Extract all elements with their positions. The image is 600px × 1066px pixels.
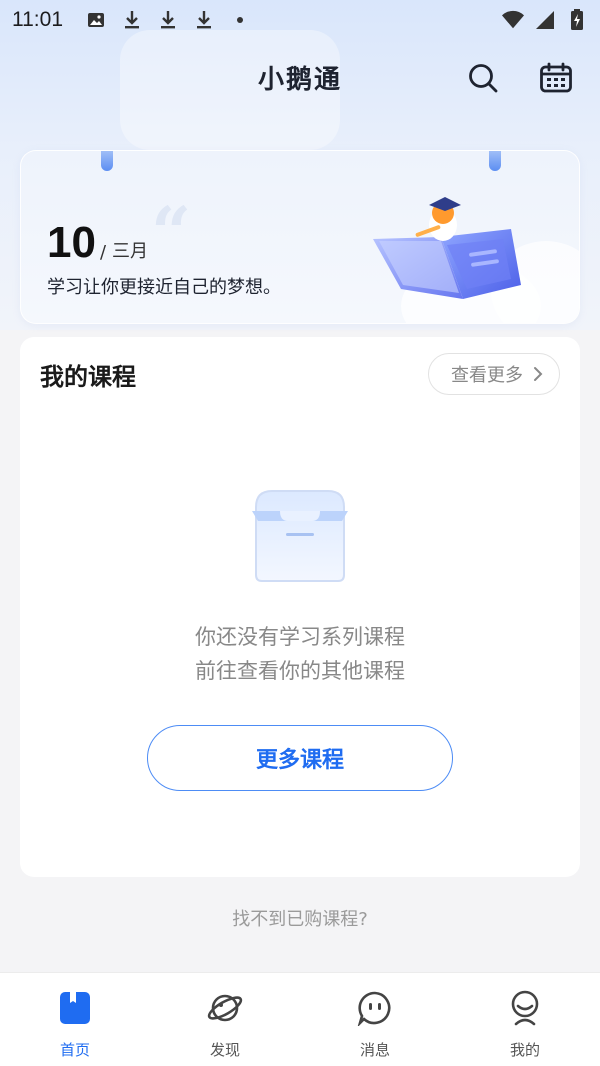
download-icon	[121, 9, 143, 31]
calendar-button[interactable]	[536, 58, 576, 98]
nav-item-home[interactable]: 首页	[0, 973, 150, 1066]
planet-icon	[206, 989, 244, 1027]
home-book-icon	[56, 989, 94, 1027]
battery-icon	[566, 9, 588, 31]
empty-message-line1: 你还没有学习系列课程	[195, 625, 405, 649]
quote-mark-icon: “	[151, 191, 192, 274]
date-separator: /	[99, 242, 107, 263]
banner-date: 10 / 三月	[47, 221, 148, 265]
cant-find-purchased-link[interactable]: 找不到已购课程?	[0, 905, 600, 931]
nav-label-messages: 消息	[359, 1041, 390, 1059]
banner-pin	[101, 151, 113, 171]
status-time: 11:01	[12, 8, 63, 31]
calendar-icon	[540, 62, 572, 93]
download-icon	[193, 9, 215, 31]
banner-motto: 学习让你更接近自己的梦想。	[47, 277, 281, 298]
chevron-right-icon	[534, 367, 543, 381]
search-icon	[469, 64, 498, 93]
download-icon	[157, 9, 179, 31]
empty-box-icon	[252, 490, 348, 582]
app-title: 小鹅通	[257, 63, 342, 94]
banner-pin	[489, 151, 501, 171]
image-notification-icon	[85, 9, 107, 31]
date-month: 三月	[112, 241, 149, 262]
status-bar: 11:01	[0, 0, 600, 40]
my-courses-card: 我的课程 查看更多 你还没有学习系列课程 前往查看你的其他课程 更多课程	[20, 337, 580, 877]
message-face-icon	[356, 989, 394, 1027]
date-day: 10	[47, 218, 96, 267]
app-header: 小鹅通	[0, 48, 600, 106]
nav-item-messages[interactable]: 消息	[300, 973, 450, 1066]
view-more-button[interactable]: 查看更多	[428, 353, 560, 395]
profile-icon	[506, 989, 544, 1027]
nav-item-discover[interactable]: 发现	[150, 973, 300, 1066]
more-courses-button[interactable]: 更多课程	[147, 725, 453, 791]
search-button[interactable]	[463, 58, 503, 98]
nav-label-discover: 发现	[209, 1041, 240, 1059]
date-banner: “ 10 / 三月 学习让你更接近自己的梦想。	[20, 150, 580, 324]
book-mascot-illustration	[373, 197, 521, 299]
bottom-nav: 首页 发现 消息 我的	[0, 972, 600, 1066]
nav-label-profile: 我的	[509, 1041, 540, 1059]
nav-item-profile[interactable]: 我的	[450, 973, 600, 1066]
cellular-signal-icon	[534, 9, 556, 31]
wifi-icon	[502, 9, 524, 31]
empty-message-line2: 前往查看你的其他课程	[195, 659, 405, 683]
my-courses-title: 我的课程	[40, 364, 136, 391]
nav-label-home: 首页	[59, 1041, 90, 1059]
more-notifications-dot-icon	[229, 9, 251, 31]
view-more-label: 查看更多	[451, 365, 523, 386]
